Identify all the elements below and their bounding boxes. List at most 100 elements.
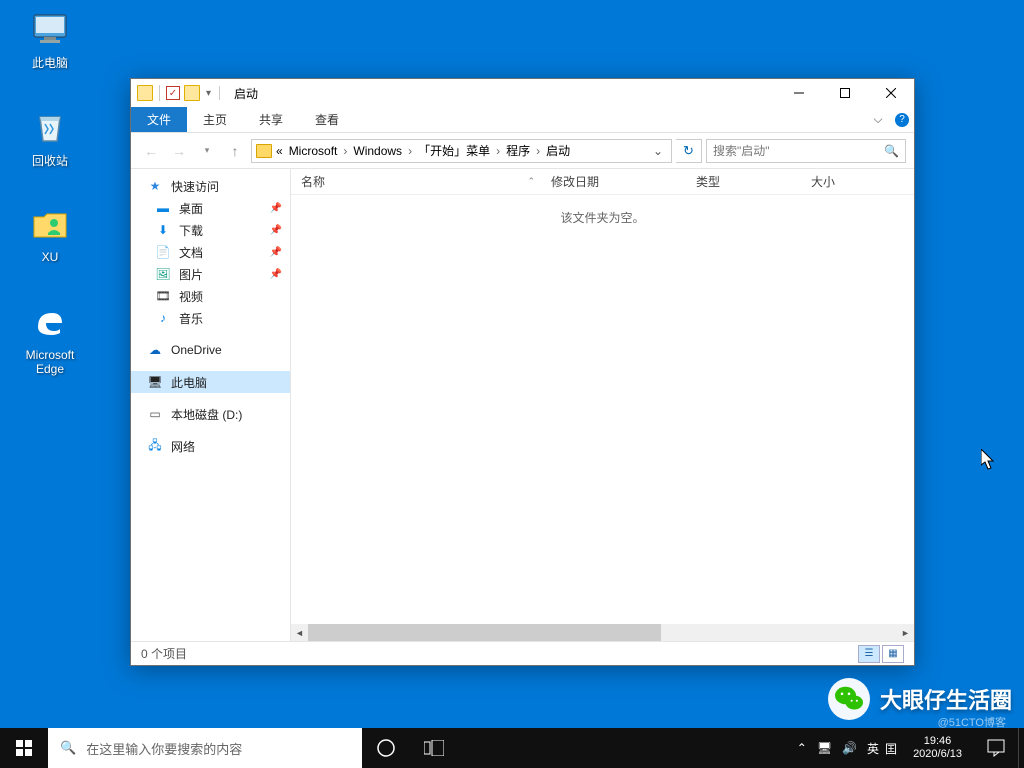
pin-icon: 📌 (270, 225, 282, 236)
network-icon: 🖧 (147, 438, 163, 454)
properties-icon[interactable]: ✓ (166, 86, 180, 100)
column-type[interactable]: 类型 (686, 173, 801, 190)
nav-videos[interactable]: 🎞视频 (131, 285, 290, 307)
music-icon: ♪ (155, 310, 171, 326)
monitor-icon (29, 8, 71, 50)
edge-icon (29, 302, 71, 344)
video-icon: 🎞 (155, 288, 171, 304)
maximize-button[interactable] (822, 79, 868, 107)
minimize-button[interactable] (776, 79, 822, 107)
nav-music[interactable]: ♪音乐 (131, 307, 290, 329)
nav-pictures[interactable]: 🖼图片📌 (131, 263, 290, 285)
ribbon-tab-share[interactable]: 共享 (243, 107, 299, 132)
ribbon: 文件 主页 共享 查看 ⌵ ? (131, 107, 914, 133)
back-button[interactable]: ← (139, 139, 163, 163)
refresh-button[interactable]: ↻ (676, 139, 702, 163)
quick-access-toolbar: ✓ ▾ (131, 85, 213, 101)
ime-indicator[interactable]: 英 囯 (867, 740, 897, 757)
desktop-icon-label: 此电脑 (32, 54, 68, 71)
search-placeholder: 在这里输入你要搜索的内容 (86, 739, 242, 758)
content-area: 名称⌃ 修改日期 类型 大小 该文件夹为空。 ◄ ► (291, 169, 914, 641)
qat-separator (159, 85, 160, 101)
scroll-right-icon[interactable]: ► (897, 624, 914, 641)
help-button[interactable]: ? (890, 107, 914, 132)
desktop-icon-label: Microsoft Edge (26, 348, 75, 376)
cortana-button[interactable] (362, 728, 410, 768)
volume-icon[interactable]: 🔊 (842, 741, 857, 755)
monitor-icon: 🖥 (147, 374, 163, 390)
details-view-button[interactable]: ☰ (858, 645, 880, 663)
folder-icon[interactable] (137, 85, 153, 101)
breadcrumb[interactable]: « Microsoft› Windows› 「开始」菜单› 程序› 启动 ⌄ (251, 139, 672, 163)
breadcrumb-overflow[interactable]: « (274, 144, 285, 158)
forward-button[interactable]: → (167, 139, 191, 163)
document-icon: 📄 (155, 244, 171, 260)
task-view-button[interactable] (410, 728, 458, 768)
breadcrumb-part[interactable]: 程序 (504, 142, 532, 159)
icons-view-button[interactable]: ▦ (882, 645, 904, 663)
scroll-left-icon[interactable]: ◄ (291, 624, 308, 641)
folder-open-icon[interactable] (184, 85, 200, 101)
desktop-icon-label: XU (42, 250, 59, 264)
nav-downloads[interactable]: ⬇下载📌 (131, 219, 290, 241)
desktop-icon-xu-folder[interactable]: XU (12, 204, 88, 264)
ribbon-tab-view[interactable]: 查看 (299, 107, 355, 132)
nav-documents[interactable]: 📄文档📌 (131, 241, 290, 263)
breadcrumb-part[interactable]: Microsoft (287, 144, 340, 158)
nav-this-pc[interactable]: 🖥此电脑 (131, 371, 290, 393)
nav-desktop[interactable]: ▬桌面📌 (131, 197, 290, 219)
explorer-window: ✓ ▾ 启动 文件 主页 共享 查看 ⌵ ? ← → ▾ ↑ « Microso… (130, 78, 915, 666)
breadcrumb-dropdown[interactable]: ⌄ (649, 144, 667, 158)
close-button[interactable] (868, 79, 914, 107)
ribbon-expand-button[interactable]: ⌵ (866, 107, 890, 132)
desktop-icon-edge[interactable]: Microsoft Edge (12, 302, 88, 376)
pin-icon: 📌 (270, 269, 282, 280)
clock[interactable]: 19:46 2020/6/13 (907, 735, 968, 761)
scroll-track[interactable] (308, 624, 897, 641)
ime-mode: 囯 (885, 740, 897, 757)
nav-onedrive[interactable]: ☁OneDrive (131, 339, 290, 361)
column-size[interactable]: 大小 (801, 173, 914, 190)
column-date[interactable]: 修改日期 (541, 173, 686, 190)
star-icon: ★ (147, 178, 163, 194)
qat-dropdown-icon[interactable]: ▾ (204, 88, 213, 99)
scroll-thumb[interactable] (308, 624, 661, 641)
desktop-icon-recycle-bin[interactable]: 回收站 (12, 106, 88, 169)
ime-lang: 英 (867, 740, 879, 757)
titlebar-separator (219, 86, 220, 100)
nav-local-disk-d[interactable]: ▭本地磁盘 (D:) (131, 403, 290, 425)
tray-overflow-button[interactable]: ⌃ (797, 741, 807, 755)
wechat-icon (828, 678, 870, 720)
help-icon: ? (895, 113, 909, 127)
breadcrumb-part[interactable]: 「开始」菜单 (416, 142, 492, 159)
nav-quick-access[interactable]: ★快速访问 (131, 175, 290, 197)
search-icon[interactable]: 🔍 (884, 144, 899, 158)
nav-network[interactable]: 🖧网络 (131, 435, 290, 457)
breadcrumb-part[interactable]: 启动 (544, 142, 572, 159)
empty-folder-message: 该文件夹为空。 (291, 195, 914, 624)
up-button[interactable]: ↑ (223, 139, 247, 163)
navigation-pane[interactable]: ★快速访问 ▬桌面📌 ⬇下载📌 📄文档📌 🖼图片📌 🎞视频 ♪音乐 ☁OneDr… (131, 169, 291, 641)
recycle-bin-icon (29, 106, 71, 148)
desktop-icon-this-pc[interactable]: 此电脑 (12, 8, 88, 71)
network-icon[interactable]: 🖥 (817, 741, 832, 755)
column-name[interactable]: 名称⌃ (291, 173, 541, 190)
ribbon-tab-home[interactable]: 主页 (187, 107, 243, 132)
search-input[interactable]: 搜索"启动" 🔍 (706, 139, 906, 163)
titlebar[interactable]: ✓ ▾ 启动 (131, 79, 914, 107)
column-headers: 名称⌃ 修改日期 类型 大小 (291, 169, 914, 195)
window-title: 启动 (234, 85, 258, 102)
chevron-right-icon[interactable]: › (406, 144, 414, 158)
start-button[interactable] (0, 728, 48, 768)
chevron-right-icon[interactable]: › (341, 144, 349, 158)
show-desktop-button[interactable] (1018, 728, 1024, 768)
horizontal-scrollbar[interactable]: ◄ ► (291, 624, 914, 641)
recent-locations-button[interactable]: ▾ (195, 139, 219, 163)
breadcrumb-part[interactable]: Windows (351, 144, 404, 158)
folder-icon (256, 144, 272, 158)
chevron-right-icon[interactable]: › (494, 144, 502, 158)
action-center-button[interactable] (978, 739, 1014, 757)
ribbon-tab-file[interactable]: 文件 (131, 107, 187, 132)
chevron-right-icon[interactable]: › (534, 144, 542, 158)
taskbar-search[interactable]: 🔍 在这里输入你要搜索的内容 (48, 728, 362, 768)
